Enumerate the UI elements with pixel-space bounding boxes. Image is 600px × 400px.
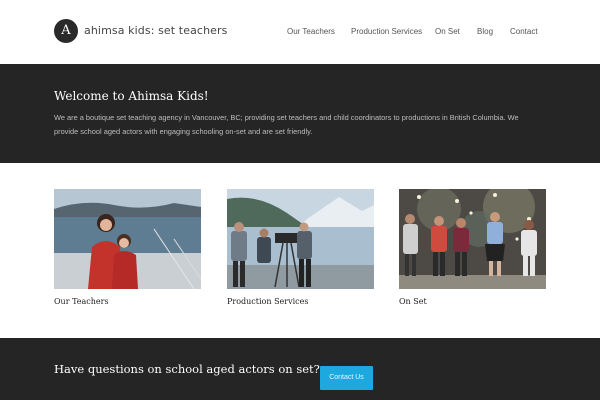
logo-icon[interactable]: A	[54, 19, 78, 43]
welcome-heading: Welcome to Ahimsa Kids!	[54, 89, 209, 103]
welcome-description: We are a boutique set teaching agency in…	[54, 113, 519, 136]
nav-link-contact[interactable]: Contact	[510, 27, 538, 36]
production-photo-illustration	[227, 189, 374, 289]
teachers-photo-illustration	[54, 189, 201, 289]
on-set-label[interactable]: On Set	[399, 297, 427, 306]
our-teachers-image[interactable]	[54, 189, 201, 289]
site-title-link[interactable]: ahimsa kids: set teachers	[84, 24, 227, 37]
nav-link-production-services[interactable]: Production Services	[351, 27, 422, 36]
production-services-label[interactable]: Production Services	[227, 297, 309, 306]
contact-cta-section: Have questions on school aged actors on …	[0, 338, 600, 400]
welcome-section: Welcome to Ahimsa Kids! We are a boutiqu…	[0, 64, 600, 163]
nav-link-blog[interactable]: Blog	[477, 27, 493, 36]
services-cards: Our Teachers Production Services On Set	[0, 163, 600, 338]
our-teachers-label[interactable]: Our Teachers	[54, 297, 109, 306]
cta-question: Have questions on school aged actors on …	[54, 362, 320, 376]
nav-link-on-set[interactable]: On Set	[435, 27, 460, 36]
production-services-image[interactable]	[227, 189, 374, 289]
nav-link-our-teachers[interactable]: Our Teachers	[287, 27, 335, 36]
site-header: A ahimsa kids: set teachers Our Teachers…	[0, 0, 600, 64]
on-set-image[interactable]	[399, 189, 546, 289]
on-set-photo-illustration	[399, 189, 546, 289]
contact-us-button[interactable]: Contact Us	[320, 366, 373, 390]
